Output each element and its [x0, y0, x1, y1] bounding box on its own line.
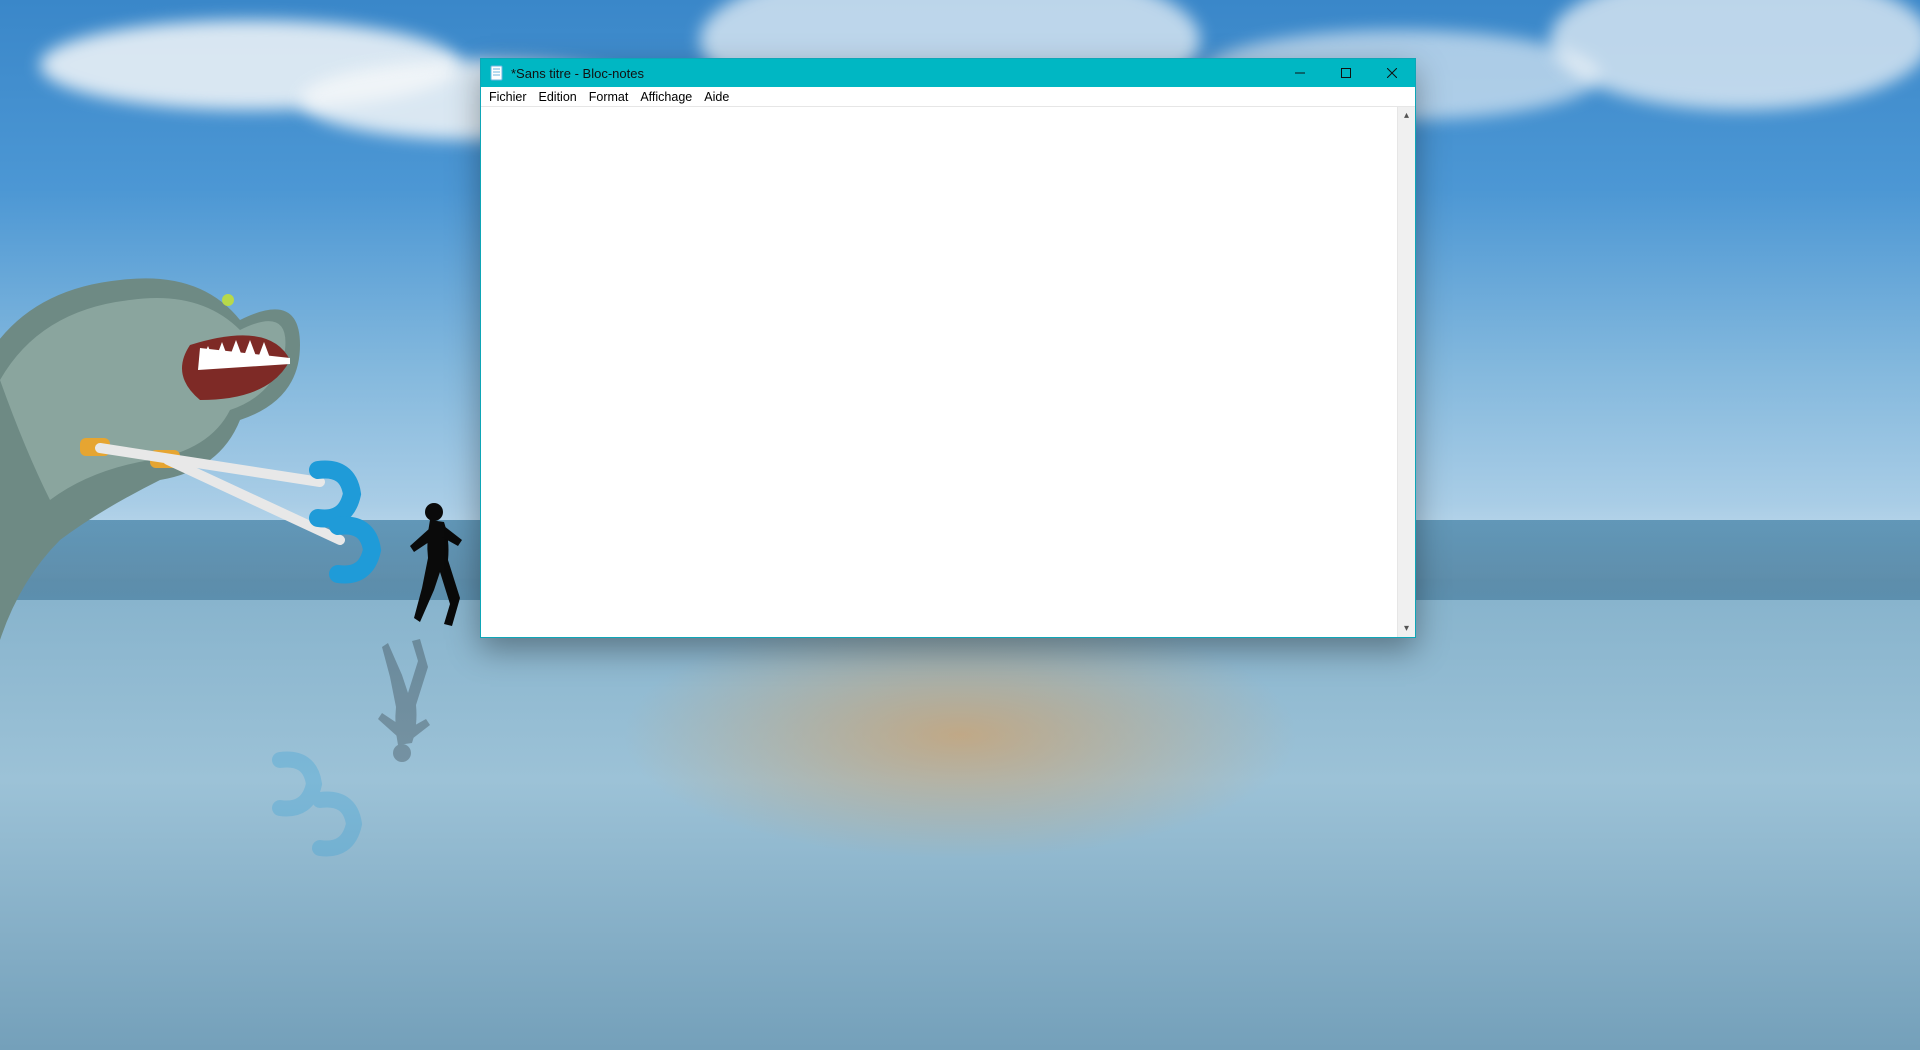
minimize-icon: [1295, 68, 1305, 78]
minimize-button[interactable]: [1277, 59, 1323, 87]
notepad-app-icon: [489, 65, 505, 81]
window-title: *Sans titre - Bloc-notes: [511, 66, 644, 81]
menu-file[interactable]: Fichier: [483, 89, 533, 105]
window-controls: [1277, 59, 1415, 87]
editor-area: ▴ ▾: [481, 107, 1415, 637]
cloud-decoration: [1550, 0, 1920, 110]
vertical-scrollbar[interactable]: ▴ ▾: [1397, 107, 1415, 637]
menu-help[interactable]: Aide: [698, 89, 735, 105]
dinosaur-illustration: [0, 170, 400, 650]
menu-format[interactable]: Format: [583, 89, 635, 105]
text-editor[interactable]: [481, 107, 1397, 637]
scrollbar-track[interactable]: [1398, 124, 1415, 620]
runner-silhouette: [400, 500, 470, 630]
close-icon: [1387, 68, 1397, 78]
menu-edit[interactable]: Edition: [533, 89, 583, 105]
scroll-down-arrow-icon[interactable]: ▾: [1398, 620, 1415, 637]
runner-reflection: [368, 635, 438, 765]
sand-glow-decoration: [620, 610, 1300, 860]
notepad-window[interactable]: *Sans titre - Bloc-notes Fichier Edition…: [480, 58, 1416, 638]
maximize-icon: [1341, 68, 1351, 78]
titlebar[interactable]: *Sans titre - Bloc-notes: [481, 59, 1415, 87]
maximize-button[interactable]: [1323, 59, 1369, 87]
close-button[interactable]: [1369, 59, 1415, 87]
menubar: Fichier Edition Format Affichage Aide: [481, 87, 1415, 107]
scroll-up-arrow-icon[interactable]: ▴: [1398, 107, 1415, 124]
menu-view[interactable]: Affichage: [634, 89, 698, 105]
